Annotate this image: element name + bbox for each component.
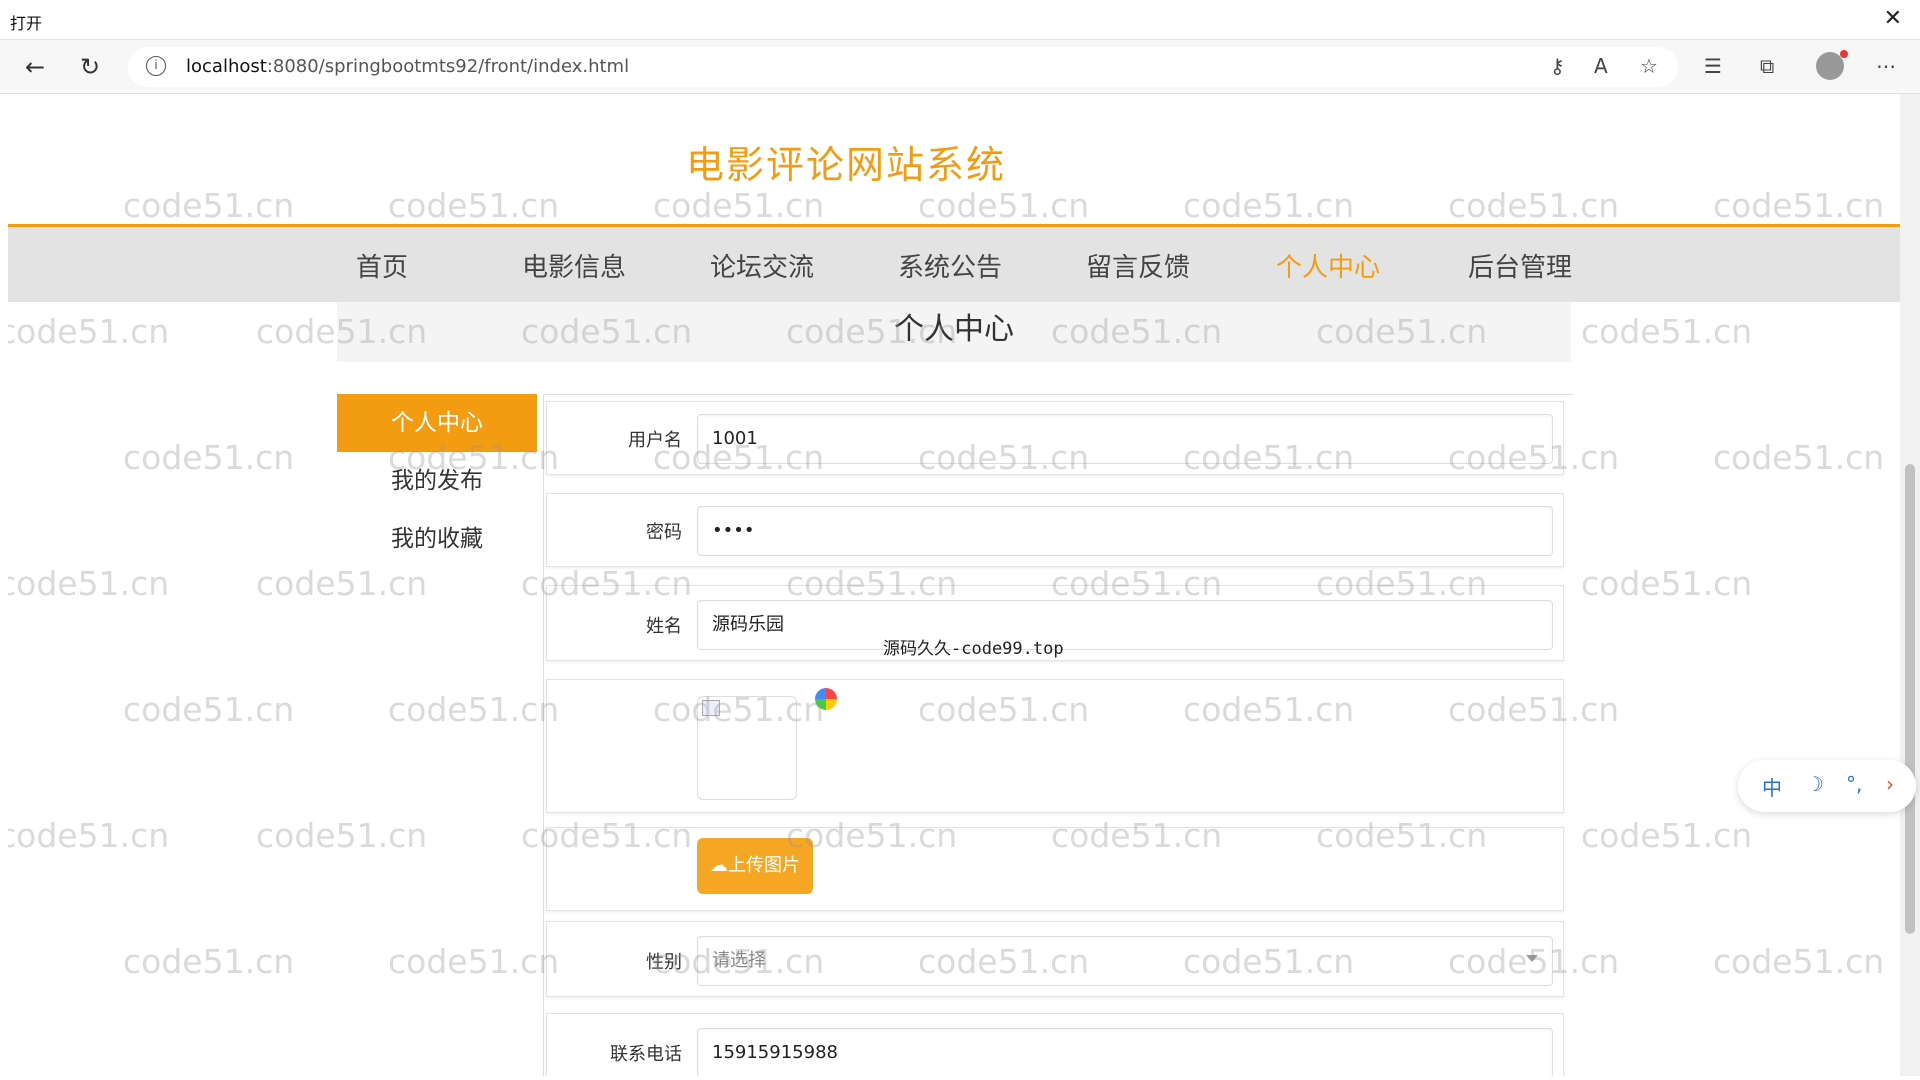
sidebar-item-my-posts[interactable]: 我的发布 xyxy=(337,452,537,510)
key-icon[interactable]: ⚷ xyxy=(1550,54,1565,78)
watermark: code51.cn xyxy=(1183,186,1355,225)
watermark: code51.cn xyxy=(653,186,825,225)
sidebar-item-my-favorites[interactable]: 我的收藏 xyxy=(337,510,537,568)
nav-announcements[interactable]: 系统公告 xyxy=(898,247,1002,284)
watermark: code51.cn xyxy=(1581,564,1753,603)
gender-label: 性别 xyxy=(646,952,682,973)
nav-feedback[interactable]: 留言反馈 xyxy=(1086,247,1190,284)
color-picker-icon[interactable] xyxy=(815,688,837,710)
punctuation-icon[interactable]: °, xyxy=(1846,772,1862,796)
watermark: code51.cn xyxy=(123,438,295,477)
sidebar: 个人中心 我的发布 我的收藏 xyxy=(337,394,537,568)
watermark: code51.cn xyxy=(1448,186,1620,225)
close-icon[interactable]: ✕ xyxy=(1884,6,1902,31)
watermark: code51.cn xyxy=(1581,94,1752,99)
profile-form: 用户名 1001 密码 •••• 姓名 源码乐园 ☁上传图片 性别 请选择 联系… xyxy=(543,394,1573,1076)
moon-icon[interactable]: ☽ xyxy=(1806,772,1824,796)
gender-select[interactable]: 请选择 xyxy=(697,936,1553,986)
avatar-preview[interactable] xyxy=(697,696,797,800)
watermark: code51.cn xyxy=(123,186,295,225)
upload-row: ☁上传图片 xyxy=(546,827,1564,911)
broken-image-icon xyxy=(702,700,720,716)
watermark: code51.cn xyxy=(1713,438,1885,477)
url-path: :8080/springbootmts92/front/index.html xyxy=(266,56,630,77)
watermark: code51.cn xyxy=(521,94,692,99)
name-label: 姓名 xyxy=(646,616,682,637)
watermark: code51.cn xyxy=(8,312,170,351)
sidebar-item-personal-center[interactable]: 个人中心 xyxy=(337,394,537,452)
url-host: localhost xyxy=(186,56,267,77)
watermark: code51.cn xyxy=(388,942,560,981)
watermark: code51.cn xyxy=(256,94,427,99)
nav-forum[interactable]: 论坛交流 xyxy=(710,247,814,284)
watermark: code51.cn xyxy=(123,942,295,981)
watermark: code51.cn xyxy=(123,690,295,729)
chevron-right-icon[interactable]: › xyxy=(1886,772,1894,796)
password-field[interactable]: •••• xyxy=(697,506,1553,556)
nav-movies[interactable]: 电影信息 xyxy=(522,247,626,284)
ime-toolbar[interactable]: 中 ☽ °, › xyxy=(1738,760,1916,812)
watermark: code51.cn xyxy=(1581,312,1753,351)
main-nav: 首页 电影信息 论坛交流 系统公告 留言反馈 个人中心 后台管理 xyxy=(8,227,1900,302)
watermark: code51.cn xyxy=(1581,816,1753,855)
site-title: 电影评论网站系统 xyxy=(685,143,1006,187)
avatar-row xyxy=(546,679,1564,813)
watermark: code51.cn xyxy=(786,94,957,99)
address-bar[interactable]: i localhost:8080/springbootmts92/front/i… xyxy=(128,47,1678,87)
upload-button-label: 上传图片 xyxy=(728,855,800,876)
watermark: code51.cn xyxy=(256,816,428,855)
watermark: code51.cn xyxy=(1713,186,1885,225)
watermark: code51.cn xyxy=(1713,942,1885,981)
window-titlebar: 打开 ✕ xyxy=(0,0,1920,40)
watermark: code51.cn xyxy=(1316,94,1487,99)
watermark: code51.cn xyxy=(388,690,560,729)
phone-label: 联系电话 xyxy=(610,1044,682,1065)
overlay-watermark-text: 源码久久-code99.top xyxy=(883,639,1064,659)
watermark: code51.cn xyxy=(918,186,1090,225)
gender-row: 性别 请选择 xyxy=(546,921,1564,997)
watermark: code51.cn xyxy=(8,564,170,603)
more-icon[interactable]: ⋯ xyxy=(1876,54,1896,78)
phone-row: 联系电话 15915915988 xyxy=(546,1013,1564,1076)
read-aloud-icon[interactable]: A xyxy=(1594,54,1608,78)
watermark: code51.cn xyxy=(8,816,170,855)
username-row: 用户名 1001 xyxy=(546,401,1564,475)
refresh-icon[interactable]: ↻ xyxy=(75,52,105,82)
page-scrollbar[interactable] xyxy=(1900,94,1920,1076)
phone-field[interactable]: 15915915988 xyxy=(697,1028,1553,1076)
watermark: code51.cn xyxy=(1051,94,1222,99)
cloud-upload-icon: ☁ xyxy=(710,855,728,876)
url-text[interactable]: localhost:8080/springbootmts92/front/ind… xyxy=(186,56,629,77)
nav-home[interactable]: 首页 xyxy=(356,247,408,284)
back-icon[interactable]: ← xyxy=(20,52,50,82)
page-viewport: 电影评论网站系统 首页 电影信息 论坛交流 系统公告 留言反馈 个人中心 后台管… xyxy=(8,94,1900,1076)
favorites-icon[interactable]: ☰ xyxy=(1704,54,1722,78)
upload-image-button[interactable]: ☁上传图片 xyxy=(697,838,813,894)
watermark: code51.cn xyxy=(256,564,428,603)
username-field[interactable]: 1001 xyxy=(697,414,1553,464)
gender-select-value: 请选择 xyxy=(712,950,766,971)
info-icon[interactable]: i xyxy=(146,56,166,76)
favorite-add-icon[interactable]: ☆ xyxy=(1640,54,1658,78)
collections-icon[interactable]: ⧉ xyxy=(1760,54,1774,78)
browser-toolbar: ← ↻ i localhost:8080/springbootmts92/fro… xyxy=(0,40,1920,94)
password-label: 密码 xyxy=(646,522,682,543)
username-label: 用户名 xyxy=(628,430,682,451)
section-heading: 个人中心 xyxy=(337,302,1571,362)
profile-icon[interactable] xyxy=(1816,50,1848,80)
chevron-down-icon xyxy=(1526,955,1538,962)
watermark: code51.cn xyxy=(388,186,560,225)
password-row: 密码 •••• xyxy=(546,493,1564,567)
scrollbar-thumb[interactable] xyxy=(1905,464,1915,934)
ime-language-toggle[interactable]: 中 xyxy=(1762,772,1782,801)
watermark: code51.cn xyxy=(8,94,169,99)
nav-personal-center[interactable]: 个人中心 xyxy=(1276,247,1380,284)
window-title: 打开 xyxy=(10,14,43,33)
nav-admin[interactable]: 后台管理 xyxy=(1468,247,1572,284)
name-field[interactable]: 源码乐园 xyxy=(697,600,1553,650)
